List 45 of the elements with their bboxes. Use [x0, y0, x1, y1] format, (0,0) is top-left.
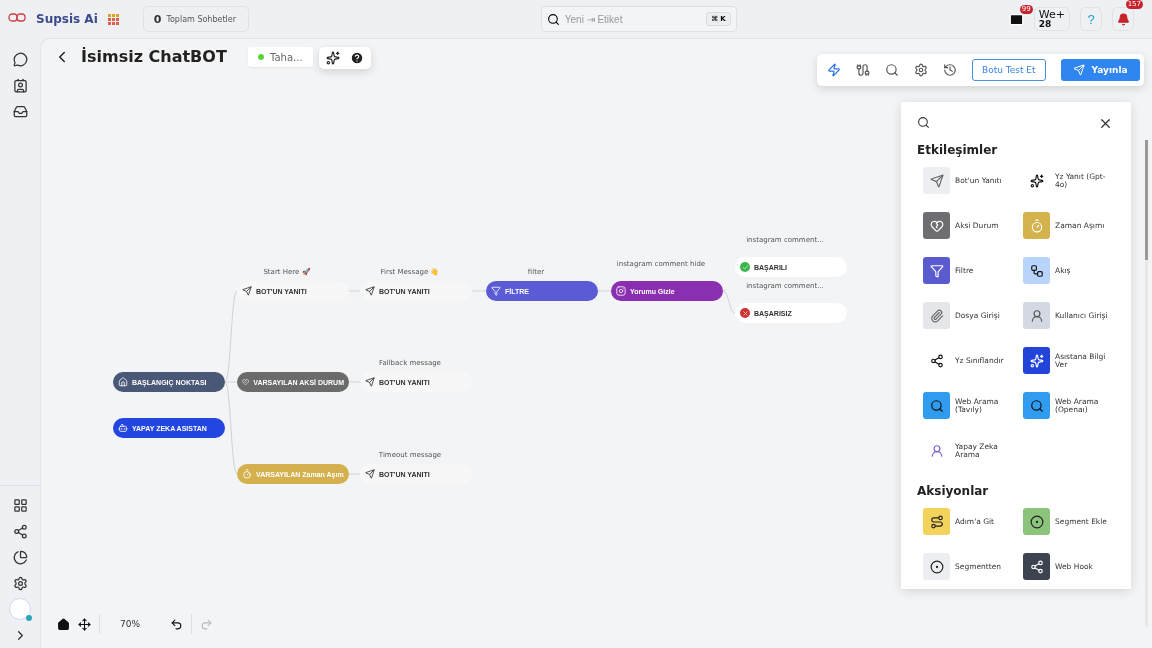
chat-count-label: Toplam Sohbetler	[166, 14, 236, 24]
user-chip[interactable]: Taha...	[248, 47, 313, 67]
test-bot-button[interactable]: Botu Test Et	[972, 59, 1046, 81]
stopwatch-icon	[242, 469, 252, 479]
user-box[interactable]: We+ 28	[1033, 7, 1070, 31]
send-icon	[365, 469, 375, 479]
add-icon[interactable]: +	[1055, 9, 1065, 20]
section-title: Aksiyonlar	[917, 484, 990, 498]
mail-icon[interactable]	[1008, 11, 1024, 27]
bot-title: İsimsiz ChatBOT	[81, 47, 227, 66]
help-icon[interactable]	[349, 51, 364, 65]
plug-icon[interactable]	[856, 63, 870, 77]
lightning-icon[interactable]	[827, 63, 841, 77]
home-icon	[118, 377, 128, 387]
publish-button[interactable]: Yayınla	[1060, 59, 1140, 81]
undo-icon[interactable]	[170, 617, 183, 631]
robot-icon	[118, 423, 128, 433]
bell-icon	[1116, 12, 1130, 26]
search-icon[interactable]	[917, 116, 930, 131]
history-icon[interactable]	[943, 63, 957, 77]
send-icon	[242, 286, 252, 296]
move-icon[interactable]	[78, 617, 91, 631]
error-icon	[740, 308, 750, 318]
search-icon	[546, 12, 560, 26]
sparkles-icon[interactable]	[325, 51, 340, 65]
send-icon	[365, 377, 375, 387]
zoom-level: 70%	[120, 619, 140, 629]
send-icon	[365, 286, 375, 296]
logo-icon	[8, 13, 26, 25]
search-icon[interactable]	[885, 63, 899, 77]
search-input[interactable]: Yeni ⇥ Etiket	[564, 13, 702, 25]
broken-heart-icon	[242, 377, 250, 387]
apps-grid-icon[interactable]	[107, 13, 119, 25]
settings-icon[interactable]	[914, 63, 928, 77]
chat-count: 0	[153, 12, 162, 26]
check-icon	[740, 262, 750, 272]
close-icon[interactable]	[1098, 116, 1113, 131]
brand-name: Supsis Ai	[36, 12, 98, 26]
user-initials: We	[1038, 9, 1056, 20]
send-icon	[1072, 64, 1085, 76]
filter-icon	[491, 286, 501, 296]
home-icon[interactable]	[57, 617, 70, 631]
section-title: Etkileşimler	[917, 143, 999, 157]
user-number: 28	[1038, 20, 1053, 29]
camera-icon	[616, 286, 626, 296]
